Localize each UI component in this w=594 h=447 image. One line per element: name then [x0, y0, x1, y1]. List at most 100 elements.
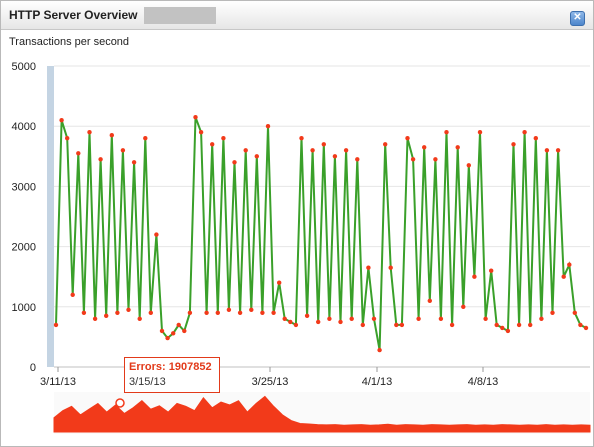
- data-point[interactable]: [438, 316, 444, 321]
- data-point[interactable]: [171, 331, 176, 336]
- data-point[interactable]: [433, 157, 438, 162]
- data-point[interactable]: [360, 322, 365, 328]
- data-point[interactable]: [349, 316, 354, 321]
- errors-tooltip: Errors: 1907852 3/15/13: [124, 357, 220, 393]
- data-point[interactable]: [383, 142, 388, 147]
- data-point[interactable]: [327, 316, 332, 321]
- data-point[interactable]: [226, 307, 232, 312]
- data-point[interactable]: [87, 130, 92, 135]
- errors-marker[interactable]: [115, 398, 125, 408]
- data-point[interactable]: [260, 310, 265, 315]
- data-point[interactable]: [198, 130, 204, 135]
- data-point[interactable]: [271, 310, 276, 315]
- data-point[interactable]: [444, 130, 449, 135]
- data-point[interactable]: [120, 148, 126, 153]
- data-point[interactable]: [472, 274, 477, 279]
- data-point[interactable]: [343, 148, 349, 153]
- data-point[interactable]: [377, 347, 382, 353]
- data-point[interactable]: [505, 328, 511, 334]
- data-point[interactable]: [70, 292, 75, 297]
- data-point[interactable]: [332, 154, 338, 159]
- data-point[interactable]: [355, 157, 360, 162]
- data-point[interactable]: [310, 148, 315, 153]
- data-point[interactable]: [511, 142, 516, 147]
- data-point[interactable]: [215, 310, 220, 315]
- data-point[interactable]: [187, 310, 193, 315]
- data-point[interactable]: [394, 322, 399, 328]
- data-point[interactable]: [422, 145, 427, 150]
- data-point[interactable]: [104, 313, 109, 318]
- data-point[interactable]: [265, 124, 271, 129]
- data-point[interactable]: [371, 316, 377, 321]
- data-point[interactable]: [528, 322, 533, 328]
- data-point[interactable]: [427, 298, 432, 303]
- data-point[interactable]: [477, 130, 483, 135]
- data-point[interactable]: [221, 136, 226, 141]
- data-point[interactable]: [500, 325, 505, 331]
- data-point[interactable]: [522, 130, 527, 135]
- data-point[interactable]: [243, 148, 248, 153]
- data-point[interactable]: [288, 319, 293, 325]
- data-point[interactable]: [293, 322, 299, 328]
- data-point[interactable]: [277, 280, 282, 285]
- data-point[interactable]: [410, 157, 416, 162]
- selected-range-bar[interactable]: [47, 66, 54, 367]
- data-point[interactable]: [544, 148, 550, 153]
- data-point[interactable]: [159, 328, 165, 334]
- data-point[interactable]: [494, 322, 499, 328]
- data-point[interactable]: [165, 335, 170, 341]
- data-point[interactable]: [148, 310, 153, 315]
- data-point[interactable]: [583, 325, 589, 331]
- data-point[interactable]: [461, 304, 466, 309]
- data-point[interactable]: [237, 310, 243, 315]
- data-point[interactable]: [366, 265, 371, 270]
- data-point[interactable]: [137, 316, 142, 321]
- data-point[interactable]: [455, 145, 460, 150]
- data-point[interactable]: [131, 160, 137, 165]
- data-point[interactable]: [483, 316, 488, 321]
- data-point[interactable]: [182, 328, 187, 334]
- data-point[interactable]: [81, 310, 87, 315]
- data-point[interactable]: [539, 316, 544, 321]
- data-point[interactable]: [516, 322, 522, 328]
- data-point[interactable]: [416, 316, 421, 321]
- data-point[interactable]: [567, 262, 572, 267]
- data-point[interactable]: [115, 310, 120, 315]
- data-point[interactable]: [204, 310, 209, 315]
- data-point[interactable]: [59, 118, 64, 123]
- data-point[interactable]: [550, 310, 555, 315]
- data-point[interactable]: [232, 160, 237, 165]
- data-point[interactable]: [126, 307, 131, 312]
- data-point[interactable]: [143, 136, 148, 141]
- data-point[interactable]: [466, 163, 471, 168]
- data-point[interactable]: [405, 136, 410, 141]
- data-point[interactable]: [338, 319, 343, 325]
- data-point[interactable]: [282, 316, 287, 321]
- data-point[interactable]: [533, 136, 538, 141]
- data-point[interactable]: [92, 316, 98, 321]
- data-point[interactable]: [176, 322, 181, 328]
- data-point[interactable]: [572, 310, 577, 315]
- transactions-chart[interactable]: 0 1000 2000 3000 4000 5000 3/11/13 3/15/13 3/25…: [0, 0, 594, 447]
- data-point[interactable]: [304, 313, 310, 318]
- data-point[interactable]: [578, 322, 583, 328]
- data-point[interactable]: [109, 133, 115, 138]
- data-point[interactable]: [193, 115, 198, 120]
- data-point[interactable]: [316, 319, 321, 325]
- data-point[interactable]: [299, 136, 304, 141]
- data-point[interactable]: [249, 307, 254, 312]
- data-point[interactable]: [154, 232, 159, 237]
- data-point[interactable]: [65, 136, 70, 141]
- data-point[interactable]: [555, 148, 561, 153]
- data-point[interactable]: [388, 265, 393, 270]
- data-point[interactable]: [53, 322, 59, 328]
- data-point[interactable]: [449, 322, 455, 328]
- data-point[interactable]: [399, 322, 405, 328]
- data-point[interactable]: [98, 157, 103, 162]
- data-point[interactable]: [254, 154, 259, 159]
- data-point[interactable]: [321, 142, 326, 147]
- data-point[interactable]: [210, 142, 215, 147]
- data-point[interactable]: [489, 268, 494, 273]
- data-point[interactable]: [76, 151, 81, 156]
- data-point[interactable]: [561, 274, 566, 279]
